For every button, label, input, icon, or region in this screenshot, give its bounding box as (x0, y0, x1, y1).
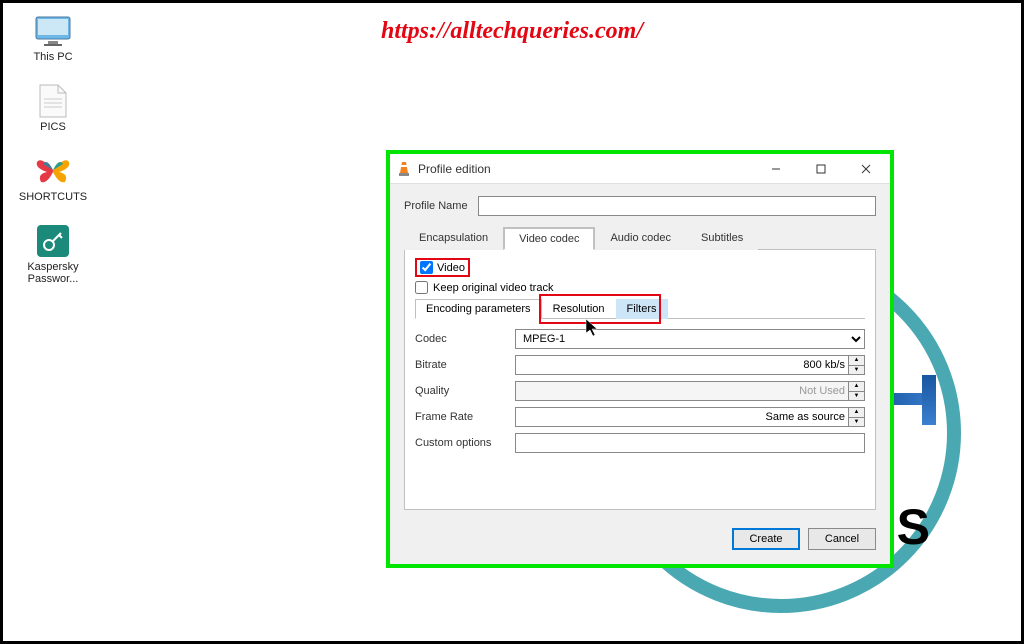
desktop-icon-this-pc[interactable]: This PC (18, 13, 88, 63)
profile-name-label: Profile Name (404, 200, 468, 212)
main-tabs: Encapsulation Video codec Audio codec Su… (404, 226, 876, 250)
encoding-form: Codec MPEG-1 Bitrate ▲▼ Quality ▲▼ Frame… (415, 329, 865, 453)
keep-original-label: Keep original video track (433, 282, 553, 294)
cancel-button[interactable]: Cancel (808, 528, 876, 550)
dialog-footer: Create Cancel (390, 518, 890, 564)
profile-name-input[interactable] (478, 196, 876, 216)
quality-up[interactable]: ▲ (849, 382, 864, 392)
file-icon (33, 83, 73, 119)
desktop-icon-shortcuts[interactable]: SHORTCUTS (18, 153, 88, 203)
desktop-icons: This PC PICS SHORTCUTS Kaspersky Passwor… (18, 13, 88, 285)
key-icon (33, 223, 73, 259)
tab-video-codec[interactable]: Video codec (503, 227, 595, 250)
icon-label: PICS (40, 121, 66, 133)
video-checkbox-label: Video (437, 262, 465, 274)
dialog-titlebar: Profile edition (390, 154, 890, 184)
close-button[interactable] (843, 155, 888, 183)
profile-edition-dialog: Profile edition Profile Name Encapsulati… (387, 151, 893, 567)
framerate-input[interactable] (515, 407, 849, 427)
subtab-filters[interactable]: Filters (616, 299, 668, 319)
icon-label: Kaspersky Passwor... (18, 261, 88, 285)
video-checkbox-highlight: Video (415, 258, 470, 277)
dialog-title: Profile edition (418, 162, 753, 176)
framerate-up[interactable]: ▲ (849, 408, 864, 418)
custom-options-label: Custom options (415, 437, 507, 449)
framerate-label: Frame Rate (415, 411, 507, 423)
tab-panel-video-codec: Video Keep original video track Encoding… (404, 250, 876, 510)
bitrate-down[interactable]: ▼ (849, 366, 864, 375)
tab-encapsulation[interactable]: Encapsulation (404, 227, 503, 250)
quality-down[interactable]: ▼ (849, 392, 864, 401)
vlc-icon (396, 161, 412, 177)
codec-select[interactable]: MPEG-1 (515, 329, 865, 349)
maximize-button[interactable] (798, 155, 843, 183)
tab-subtitles[interactable]: Subtitles (686, 227, 758, 250)
bitrate-input[interactable] (515, 355, 849, 375)
url-watermark: https://alltechqueries.com/ (381, 18, 643, 45)
sub-tabs: Encoding parameters Resolution Filters (415, 298, 865, 319)
desktop-icon-pics[interactable]: PICS (18, 83, 88, 133)
custom-options-input[interactable] (515, 433, 865, 453)
desktop-icon-kaspersky[interactable]: Kaspersky Passwor... (18, 223, 88, 285)
icon-label: This PC (33, 51, 72, 63)
quality-input (515, 381, 849, 401)
subtab-encoding[interactable]: Encoding parameters (415, 299, 542, 319)
monitor-icon (33, 13, 73, 49)
subtab-resolution[interactable]: Resolution (542, 299, 616, 319)
background-s-letter: S (897, 498, 926, 556)
icon-label: SHORTCUTS (19, 191, 87, 203)
codec-label: Codec (415, 333, 507, 345)
video-checkbox[interactable] (420, 261, 433, 274)
minimize-button[interactable] (753, 155, 798, 183)
framerate-down[interactable]: ▼ (849, 418, 864, 427)
create-button[interactable]: Create (732, 528, 800, 550)
bitrate-up[interactable]: ▲ (849, 356, 864, 366)
bitrate-label: Bitrate (415, 359, 507, 371)
quality-label: Quality (415, 385, 507, 397)
butterfly-icon (33, 153, 73, 189)
tab-audio-codec[interactable]: Audio codec (595, 227, 686, 250)
keep-original-checkbox[interactable] (415, 281, 428, 294)
